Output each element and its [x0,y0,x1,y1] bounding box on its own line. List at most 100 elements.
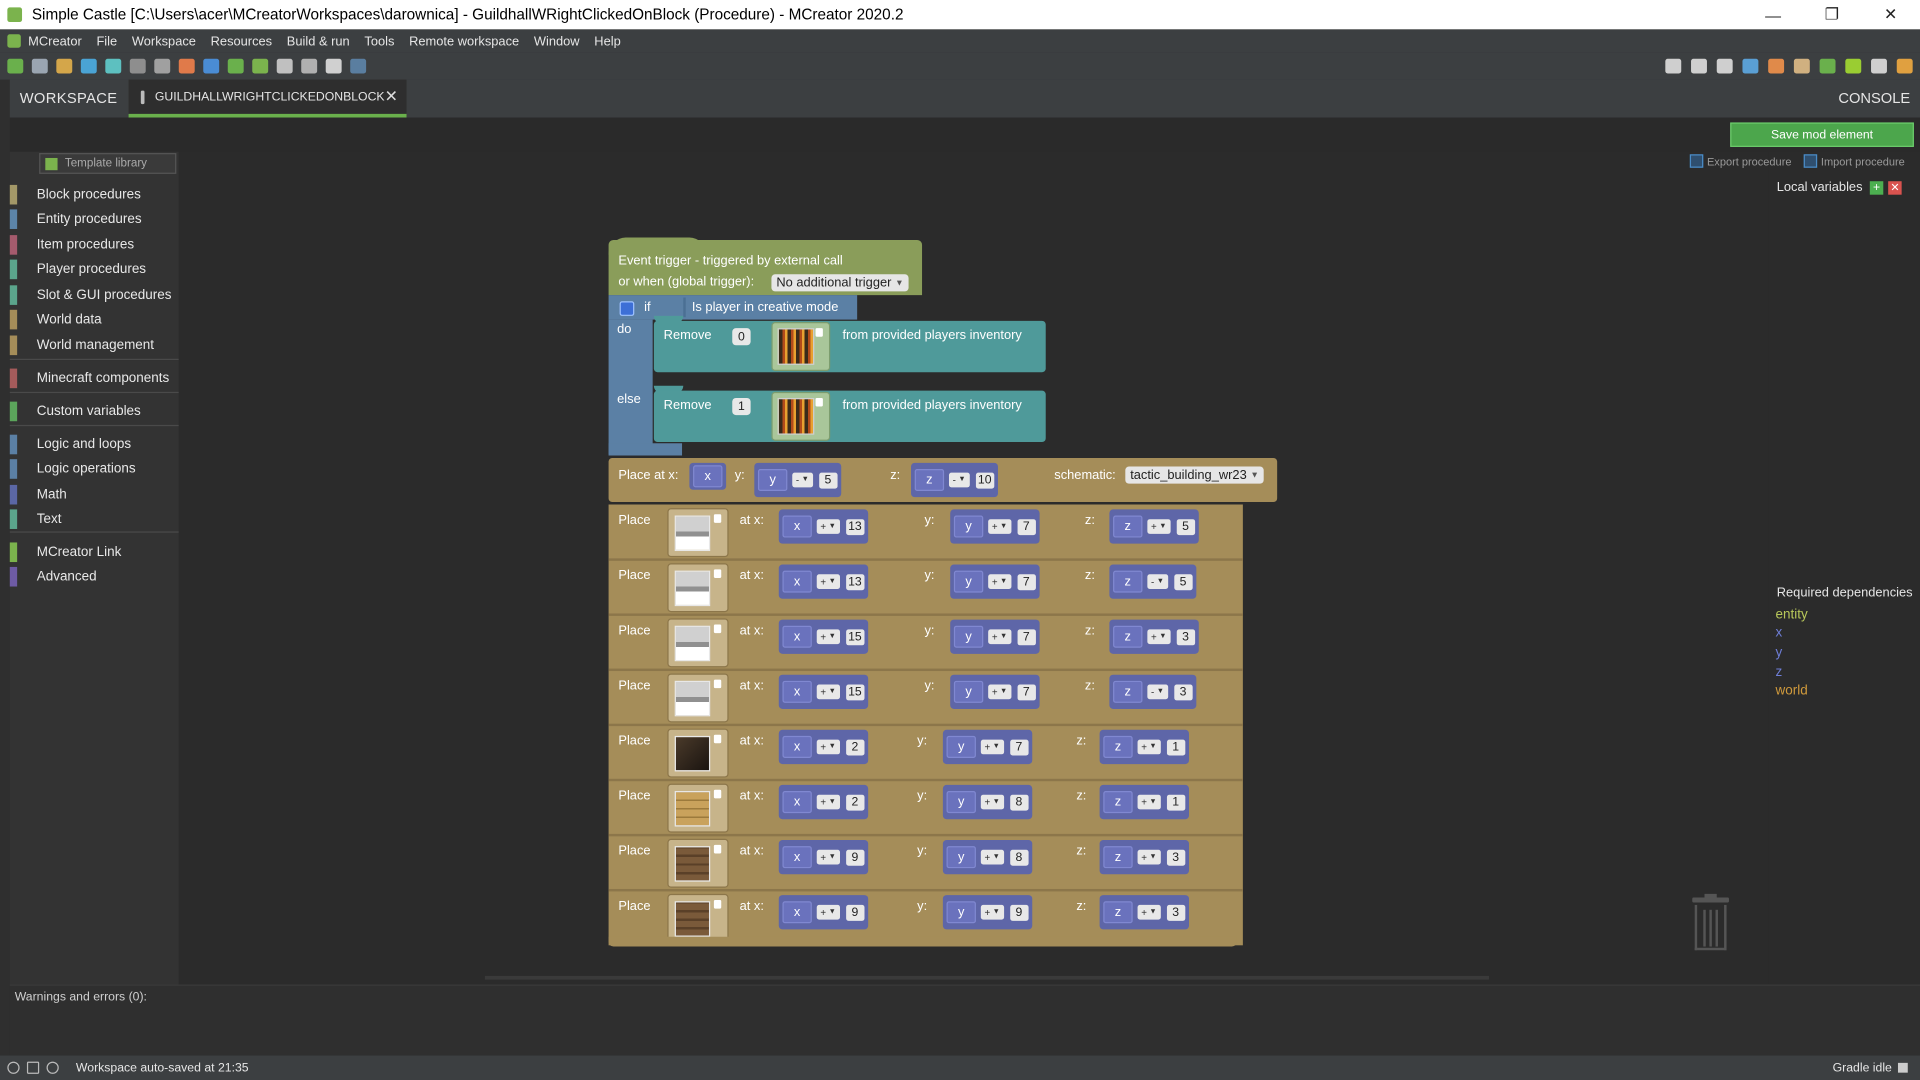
x-variable[interactable]: x [782,625,812,648]
save-mod-element-button[interactable]: Save mod element [1730,122,1914,147]
link-icon[interactable] [276,58,293,74]
number-input[interactable]: 1 [1166,794,1185,811]
y-variable[interactable]: y [953,625,984,648]
operator-dropdown[interactable]: - ▼ [792,472,813,488]
number-input[interactable]: 7 [1017,683,1036,700]
x-variable[interactable]: x [782,680,812,703]
animation-icon[interactable] [178,58,195,74]
category-item-procedures[interactable]: Item procedures [9,234,134,256]
operator-dropdown[interactable]: - ▼ [948,472,970,488]
y-variable[interactable]: y [946,735,976,758]
x-offset-expression[interactable]: x + ▼ 15 [778,619,868,654]
category-world-management[interactable]: World management [9,334,154,356]
schematic-x-input[interactable]: x [689,462,727,490]
number-input[interactable]: 7 [1009,738,1029,755]
remove-variable-icon[interactable]: ✕ [1888,180,1902,195]
operator-dropdown[interactable]: + ▼ [980,904,1004,920]
category-logic-and-loops[interactable]: Logic and loops [9,433,131,455]
x-offset-expression[interactable]: x + ▼ 13 [778,564,868,599]
menu-window[interactable]: Window [534,34,580,49]
x-variable[interactable]: x [782,901,812,924]
gui-icon[interactable] [203,58,220,74]
operator-dropdown[interactable]: + ▼ [1147,519,1171,534]
z-offset-expression[interactable]: z + ▼ 3 [1099,895,1189,930]
item-slot-do[interactable] [771,322,831,372]
item-slot-else[interactable] [771,391,831,441]
number-input[interactable]: 13 [845,518,865,535]
category-mcreator-link[interactable]: MCreator Link [9,541,121,563]
number-input[interactable]: 7 [1017,573,1036,590]
block-selector-slot[interactable] [667,783,729,833]
create-texture-icon[interactable] [80,58,97,74]
operator-dropdown[interactable]: + ▼ [816,904,840,920]
category-custom-variables[interactable]: Custom variables [9,400,141,422]
number-input[interactable]: 8 [1009,849,1029,866]
operator-dropdown[interactable]: + ▼ [816,629,840,645]
number-input[interactable]: 3 [1176,628,1195,645]
add-variable-icon[interactable]: + [1869,180,1884,195]
new-element-icon[interactable] [7,58,24,74]
operator-dropdown[interactable]: + ▼ [816,794,840,810]
number-input[interactable]: 9 [845,849,865,866]
import-texture-icon[interactable] [56,58,73,74]
operator-dropdown[interactable]: + ▼ [988,574,1011,589]
x-variable[interactable]: x [782,515,812,538]
z-variable[interactable]: z [914,468,945,492]
push-icon[interactable] [1716,58,1733,74]
x-offset-expression[interactable]: x + ▼ 13 [778,509,868,544]
schematic-dropdown[interactable]: tactic_building_wr23 ▼ [1125,466,1264,484]
tab-workspace[interactable]: WORKSPACE [10,80,128,117]
block-selector-slot[interactable] [667,893,729,943]
x-offset-expression[interactable]: x + ▼ 2 [778,729,868,765]
z-offset-expression[interactable]: z + ▼ 3 [1109,619,1199,654]
share-icon[interactable] [26,1061,40,1074]
number-input[interactable]: 5 [818,472,838,488]
z-variable[interactable]: z [1113,680,1143,703]
menu-resources[interactable]: Resources [211,34,272,49]
y-offset-expression[interactable]: y + ▼ 7 [950,619,1040,654]
category-world-data[interactable]: World data [9,309,102,331]
procedure-icon[interactable] [252,58,269,74]
y-variable[interactable]: y [946,846,976,869]
run-server-icon[interactable] [1845,58,1862,74]
operator-dropdown[interactable]: + ▼ [980,849,1004,865]
mutator-gear-icon[interactable] [619,301,635,316]
operator-dropdown[interactable]: + ▼ [1147,629,1171,645]
y-offset-expression[interactable]: y + ▼ 7 [950,564,1040,599]
remove-amount-else[interactable]: 1 [732,397,751,416]
operator-dropdown[interactable]: - ▼ [1147,574,1168,589]
z-variable[interactable]: z [1103,791,1133,814]
z-variable[interactable]: z [1113,515,1143,538]
horizontal-scrollbar[interactable] [484,975,1489,980]
maximize-button[interactable]: ❐ [1802,0,1861,29]
operator-dropdown[interactable]: + ▼ [816,849,840,865]
x-variable[interactable]: x [782,735,812,758]
pull-icon[interactable] [1691,58,1707,74]
x-offset-expression[interactable]: x + ▼ 9 [778,895,868,930]
block-selector-slot[interactable] [667,838,729,888]
number-input[interactable]: 8 [1009,794,1029,811]
menu-mcreator[interactable]: MCreator [28,34,82,49]
menu-build-run[interactable]: Build & run [287,34,350,49]
operator-dropdown[interactable]: + ▼ [980,739,1004,755]
sound-icon[interactable] [105,58,122,74]
block-selector-slot[interactable] [667,563,729,613]
y-offset-expression[interactable]: y + ▼ 8 [942,784,1032,820]
operator-dropdown[interactable]: - ▼ [1147,684,1168,700]
number-input[interactable]: 2 [845,794,865,811]
x-variable[interactable]: x [782,570,812,593]
hammer-icon[interactable] [1793,58,1810,74]
category-slot-gui-procedures[interactable]: Slot & GUI procedures [9,284,172,306]
z-offset-expression[interactable]: z + ▼ 5 [1109,509,1199,544]
gradle-stop-icon[interactable] [1897,1062,1908,1073]
z-offset-expression[interactable]: z + ▼ 1 [1099,729,1189,765]
x-offset-expression[interactable]: x + ▼ 15 [778,674,868,709]
number-input[interactable]: 15 [845,683,865,700]
y-variable[interactable]: y [953,515,984,538]
stop-icon[interactable] [1871,58,1887,74]
operator-dropdown[interactable]: + ▼ [816,574,840,589]
z-variable[interactable]: z [1103,846,1133,869]
operator-dropdown[interactable]: + ▼ [816,684,840,700]
number-input[interactable]: 15 [845,628,865,645]
z-offset-expression[interactable]: z + ▼ 3 [1099,840,1189,875]
